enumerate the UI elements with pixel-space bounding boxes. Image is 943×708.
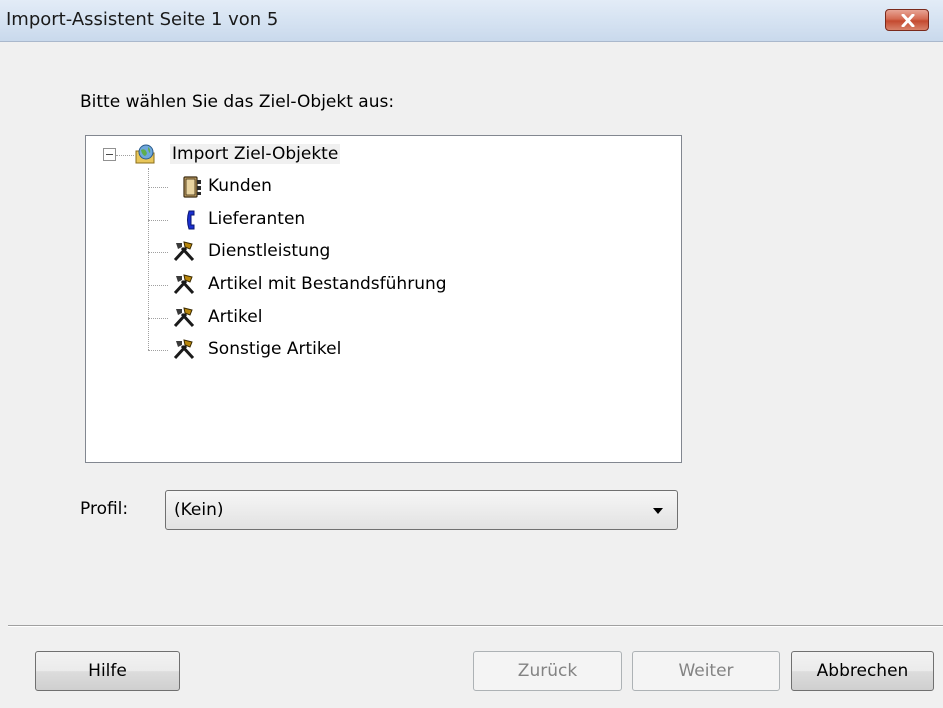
- globe-folder-icon: [135, 144, 155, 164]
- help-button[interactable]: Hilfe: [35, 651, 180, 691]
- tree-item-sonstige-artikel[interactable]: Sonstige Artikel: [208, 339, 341, 359]
- tree-item-artikel[interactable]: Artikel: [208, 307, 262, 327]
- target-object-tree[interactable]: [85, 135, 682, 463]
- address-book-icon: [183, 176, 201, 198]
- tools-icon: [173, 241, 195, 262]
- close-icon: [901, 14, 915, 27]
- tree-root-label[interactable]: Import Ziel-Objekte: [170, 144, 341, 164]
- back-button[interactable]: Zurück: [473, 651, 622, 691]
- profile-select[interactable]: (Kein): [165, 490, 678, 530]
- tree-connector: [116, 155, 134, 156]
- footer-separator: [8, 625, 943, 627]
- tree-connector: [148, 318, 168, 319]
- chevron-down-icon: [653, 508, 663, 514]
- tree-item-kunden[interactable]: Kunden: [208, 176, 272, 196]
- tree-connector: [148, 220, 168, 221]
- window-title: Import-Assistent Seite 1 von 5: [6, 9, 279, 30]
- close-button[interactable]: [885, 9, 929, 31]
- tree-collapse-toggle[interactable]: [103, 148, 116, 161]
- tree-item-lieferanten[interactable]: Lieferanten: [208, 209, 305, 229]
- title-bar: Import-Assistent Seite 1 von 5: [0, 0, 943, 42]
- instruction-text: Bitte wählen Sie das Ziel-Objekt aus:: [80, 92, 395, 112]
- tree-connector: [148, 350, 168, 351]
- tools-icon: [173, 339, 195, 360]
- cancel-button[interactable]: Abbrechen: [791, 651, 934, 691]
- tools-icon: [173, 274, 195, 295]
- tree-connector: [148, 285, 168, 286]
- telephone-icon: [187, 210, 195, 230]
- profile-select-value: (Kein): [174, 500, 224, 520]
- tree-item-dienstleistung[interactable]: Dienstleistung: [208, 241, 330, 261]
- next-button[interactable]: Weiter: [632, 651, 780, 691]
- tree-connector: [148, 187, 168, 188]
- tree-connector: [148, 168, 149, 350]
- tools-icon: [173, 307, 195, 328]
- profile-label: Profil:: [80, 499, 129, 519]
- tree-connector: [148, 252, 168, 253]
- tree-item-artikel-bestand[interactable]: Artikel mit Bestandsführung: [208, 274, 447, 294]
